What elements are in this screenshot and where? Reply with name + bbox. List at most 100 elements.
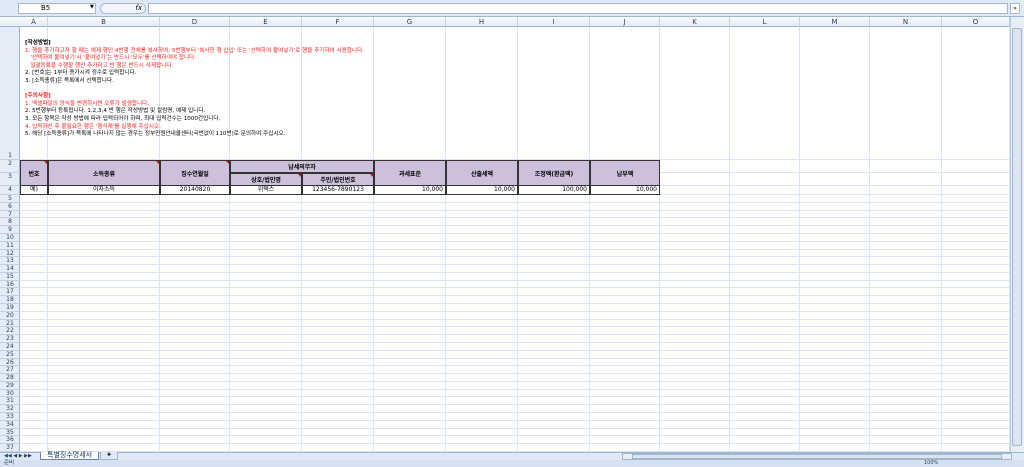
row-header[interactable]: 23 [0, 335, 20, 343]
column-header[interactable]: O [942, 17, 1010, 27]
row-header[interactable]: 29 [0, 382, 20, 390]
insert-sheet-icon[interactable]: ✚ [100, 452, 118, 460]
gridline [20, 256, 1010, 258]
status-bar: 준비 [0, 460, 1024, 467]
column-header[interactable]: G [374, 17, 446, 27]
gridline [20, 240, 1010, 242]
gridline [20, 264, 1010, 266]
name-box[interactable]: B5 [18, 3, 96, 14]
column-header[interactable]: A [20, 17, 48, 27]
row-header[interactable]: 24 [0, 343, 20, 351]
header-no: 번호 [20, 160, 48, 186]
cell-name[interactable]: 위택스 [230, 186, 302, 195]
row-header[interactable]: 31 [0, 397, 20, 406]
vertical-scroll-thumb[interactable] [1012, 28, 1022, 446]
row-header[interactable]: 18 [0, 296, 20, 305]
expand-formula-bar-button[interactable]: » [1010, 3, 1020, 14]
header-paid: 납부액 [590, 160, 660, 186]
gridline [20, 341, 1010, 343]
row-header[interactable]: 27 [0, 366, 20, 375]
row-header[interactable]: 35 [0, 429, 20, 437]
gridline [20, 287, 1010, 289]
gridline [20, 271, 1010, 273]
header-tax-base: 과세표준 [374, 160, 446, 186]
sheet-tab[interactable]: 특별징수명세서 [40, 452, 100, 460]
gridline [20, 326, 1010, 328]
formula-input[interactable] [148, 3, 1008, 14]
row-header[interactable]: 11 [0, 242, 20, 250]
row-header[interactable]: 7 [0, 211, 20, 219]
row-header[interactable]: 5 [0, 195, 20, 203]
cell-tax-base[interactable]: 10,000 [374, 186, 446, 195]
row-header[interactable]: 12 [0, 250, 20, 258]
column-header[interactable]: M [800, 17, 870, 27]
column-headers: ABDEFGHIJKLMNO [0, 17, 1010, 27]
row-header[interactable]: 6 [0, 203, 20, 211]
row-header[interactable]: 30 [0, 390, 20, 398]
cell-reg-no[interactable]: 123456-7890123 [302, 186, 374, 195]
cell-paid[interactable]: 10,000 [590, 186, 660, 195]
note-line: 4. 입력하신 후 불필요한 행은 '행삭제'를 실행해 주십시오. [25, 123, 161, 130]
row-header[interactable]: 33 [0, 413, 20, 421]
gridline [20, 279, 1010, 281]
sheet-nav-arrows-icon[interactable]: ◀◀ ◀ ▶ ▶▶ [4, 452, 32, 460]
row-header[interactable]: 9 [0, 226, 20, 234]
header-name: 상호/법인명 [230, 173, 302, 186]
insert-function-button[interactable]: fx [100, 3, 146, 14]
cell-adjust[interactable]: 100,000 [518, 186, 590, 195]
row-header[interactable]: 34 [0, 421, 20, 429]
row-header[interactable]: 25 [0, 351, 20, 359]
note-line: '선택하여 붙여넣기'시 '붙여넣기'는 반드시 '모두'를 선택하여야 합니다… [25, 55, 197, 62]
cell-calc-tax[interactable]: 10,000 [446, 186, 518, 195]
chevron-down-icon[interactable]: ▼ [90, 4, 94, 10]
column-header[interactable]: J [590, 17, 660, 27]
column-header[interactable]: H [446, 17, 518, 27]
row-header[interactable]: 2 [0, 160, 20, 173]
note-line [25, 86, 364, 94]
header-adjust: 조정액(환급액) [518, 160, 590, 186]
row-header[interactable]: 1 [0, 27, 20, 160]
gridline [20, 295, 1010, 297]
row-header[interactable]: 32 [0, 405, 20, 414]
row-header[interactable]: 36 [0, 436, 20, 445]
row-header[interactable]: 8 [0, 218, 20, 227]
zoom-level[interactable]: 100% [924, 460, 938, 467]
gridline [20, 412, 1010, 414]
gridline [20, 318, 1010, 320]
row-header[interactable]: 19 [0, 304, 20, 312]
note-line: [작성방법] [25, 40, 51, 46]
row-header[interactable]: 21 [0, 320, 20, 328]
row-header[interactable]: 37 [0, 444, 20, 452]
cell-date[interactable]: 20140820 [160, 186, 230, 195]
column-header[interactable]: I [518, 17, 590, 27]
column-header[interactable]: B [48, 17, 160, 27]
column-header[interactable]: E [230, 17, 302, 27]
row-header[interactable]: 10 [0, 234, 20, 242]
column-header[interactable]: D [160, 17, 230, 27]
row-header[interactable]: 28 [0, 374, 20, 382]
row-header[interactable]: 13 [0, 257, 20, 266]
row-header[interactable]: 14 [0, 265, 20, 273]
column-header[interactable]: L [730, 17, 800, 27]
row-header[interactable]: 26 [0, 359, 20, 367]
column-header[interactable]: K [660, 17, 730, 27]
row-header[interactable]: 16 [0, 281, 20, 289]
gridline [20, 404, 1010, 406]
column-header[interactable]: N [870, 17, 942, 27]
row-header[interactable]: 22 [0, 327, 20, 336]
note-line: 2. [번호]는 1부터 증가시켜 정수로 입력합니다. [25, 70, 137, 77]
row-header[interactable]: 20 [0, 312, 20, 320]
cell-income-type[interactable]: 이자소득 [48, 186, 160, 195]
horizontal-scroll-thumb[interactable] [632, 454, 1002, 459]
row-header[interactable]: 3 [0, 173, 20, 186]
note-line: 3. 모든 항목은 작성 방법에 따라 입력되어야 하며, 최대 입력건수는 1… [25, 115, 221, 122]
row-header[interactable]: 17 [0, 288, 20, 297]
row-header[interactable]: 15 [0, 273, 20, 281]
cell-no[interactable]: 예) [20, 186, 48, 195]
gridline [20, 225, 1010, 227]
row-header[interactable]: 4 [0, 186, 20, 195]
header-income-type: 소득종류 [48, 160, 160, 186]
column-header[interactable]: F [302, 17, 374, 27]
gridline [20, 232, 1010, 234]
header-date: 징수연월일 [160, 160, 230, 186]
